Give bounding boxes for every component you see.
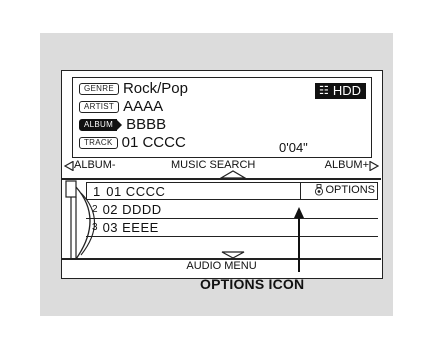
album-row: ALBUM BBBB <box>79 117 166 133</box>
list-item-number: 1 <box>93 183 101 199</box>
triangle-right-icon <box>369 160 379 171</box>
list-divider <box>86 236 378 237</box>
hdd-badge: ☷ HDD <box>314 83 366 99</box>
artist-tag: ARTIST <box>79 101 120 113</box>
triangle-left-icon <box>64 160 74 171</box>
track-list: 1 01 CCCC OPTIONS 2 02 DDDD 3 03 EEEE <box>86 182 378 237</box>
list-item-text: 03 EEEE <box>102 219 159 235</box>
album-next-label: ALBUM+ <box>324 159 369 171</box>
list-item-text: 01 CCCC <box>106 183 166 199</box>
artist-value: AAAA <box>123 98 164 115</box>
genre-row: GENRE Rock/Pop <box>79 81 188 97</box>
artist-row: ARTIST AAAA <box>79 99 163 115</box>
track-row: TRACK 01 CCCC <box>79 135 186 151</box>
elapsed-time: 0'04" <box>279 140 308 155</box>
options-divider <box>300 183 301 199</box>
list-item-selected[interactable]: 1 01 CCCC OPTIONS <box>86 182 378 200</box>
callout-line <box>298 214 300 272</box>
album-prev-label: ALBUM- <box>74 159 116 171</box>
album-prev-button[interactable]: ALBUM- <box>64 159 116 172</box>
list-item-number: 3 <box>92 221 98 233</box>
album-value: BBBB <box>126 116 167 133</box>
audio-screen: GENRE Rock/Pop ARTIST AAAA ALBUM BBBB TR… <box>61 70 383 279</box>
page: GENRE Rock/Pop ARTIST AAAA ALBUM BBBB TR… <box>0 0 421 345</box>
list-item[interactable]: 3 03 EEEE <box>86 218 378 236</box>
track-value: 01 CCCC <box>121 134 186 151</box>
genre-value: Rock/Pop <box>122 80 188 97</box>
list-item-number: 2 <box>92 203 98 215</box>
callout-label: OPTIONS ICON <box>200 276 305 292</box>
track-info-box: GENRE Rock/Pop ARTIST AAAA ALBUM BBBB TR… <box>72 77 372 158</box>
album-tag: ALBUM <box>79 119 123 131</box>
hdd-label: HDD <box>332 83 361 98</box>
options-icon <box>315 184 324 196</box>
options-label: OPTIONS <box>325 184 375 196</box>
track-tag: TRACK <box>79 137 118 149</box>
audio-menu-button[interactable]: AUDIO MENU <box>62 260 381 273</box>
list-item[interactable]: 2 02 DDDD <box>86 200 378 218</box>
options-button[interactable]: OPTIONS <box>314 184 375 196</box>
genre-tag: GENRE <box>79 83 119 95</box>
album-next-button[interactable]: ALBUM+ <box>325 159 379 172</box>
list-item-text: 02 DDDD <box>102 201 162 217</box>
hdd-icon: ☷ <box>318 85 329 97</box>
